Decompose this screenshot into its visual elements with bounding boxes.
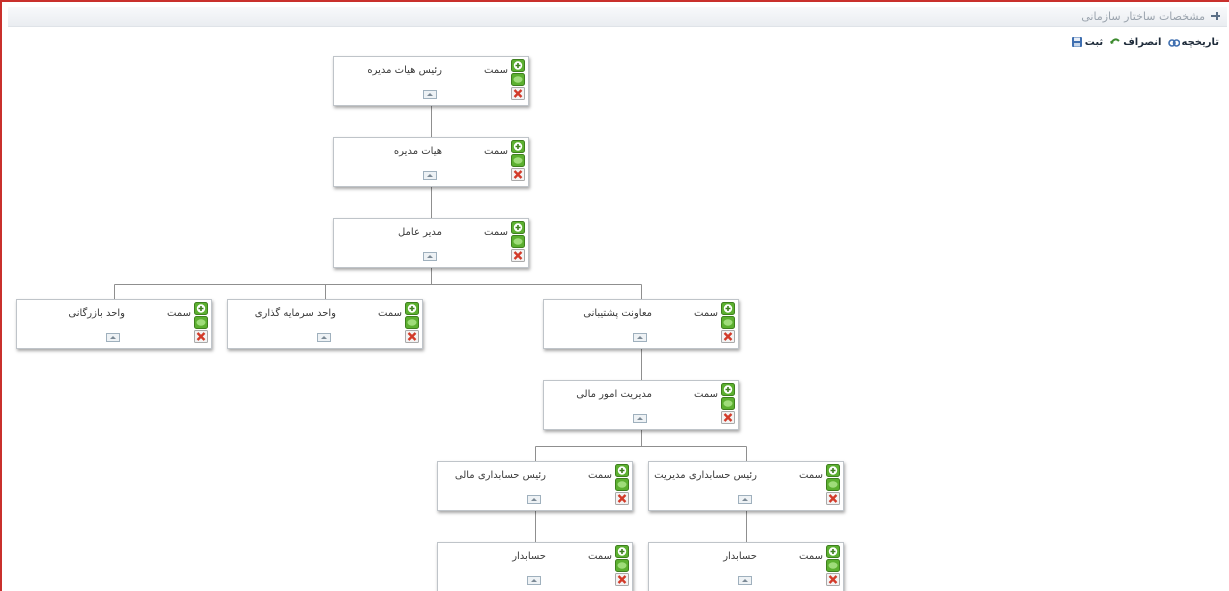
node-actions: [826, 464, 841, 505]
collapse-button[interactable]: [423, 252, 437, 261]
add-child-button[interactable]: [826, 545, 840, 558]
edit-node-button[interactable]: [826, 478, 840, 491]
edit-node-button[interactable]: [826, 559, 840, 572]
collapse-button[interactable]: [527, 576, 541, 585]
add-child-button[interactable]: [194, 302, 208, 315]
position-value: رئیس حسابداری مالی: [454, 470, 546, 481]
position-value: معاونت پشتیبانی: [583, 308, 652, 319]
add-child-button[interactable]: [511, 140, 525, 153]
edit-node-button[interactable]: [511, 154, 525, 167]
edit-node-button[interactable]: [194, 316, 208, 329]
delete-node-button[interactable]: [405, 330, 419, 343]
position-value: هیات مدیره: [393, 146, 442, 157]
edit-node-button[interactable]: [511, 235, 525, 248]
delete-node-button[interactable]: [615, 573, 629, 586]
position-field-label: سمت: [694, 389, 718, 400]
collapse-button[interactable]: [527, 495, 541, 504]
node-actions: [721, 302, 736, 343]
position-value: واحد سرمایه گذاری: [254, 308, 336, 319]
node-actions: [511, 59, 526, 100]
org-node-n2[interactable]: سمت هیات مدیره: [333, 137, 529, 187]
add-child-button[interactable]: [615, 464, 629, 477]
position-field-label: سمت: [799, 551, 823, 562]
position-field-label: سمت: [378, 308, 402, 319]
delete-node-button[interactable]: [511, 168, 525, 181]
add-child-button[interactable]: [721, 383, 735, 396]
org-node-n5[interactable]: سمت واحد سرمایه گذاری: [227, 299, 423, 349]
position-value: رئیس هیات مدیره: [367, 65, 442, 76]
delete-node-button[interactable]: [721, 411, 735, 424]
edit-node-button[interactable]: [721, 316, 735, 329]
node-actions: [405, 302, 420, 343]
collapse-button[interactable]: [738, 576, 752, 585]
position-value: مدیر عامل: [397, 227, 442, 238]
node-actions: [615, 545, 630, 586]
delete-node-button[interactable]: [721, 330, 735, 343]
collapse-button[interactable]: [423, 90, 437, 99]
position-field-label: سمت: [484, 65, 508, 76]
delete-node-button[interactable]: [826, 492, 840, 505]
position-field-label: سمت: [484, 146, 508, 157]
delete-node-button[interactable]: [826, 573, 840, 586]
position-field-label: سمت: [799, 470, 823, 481]
position-value: حسابدار: [512, 551, 546, 562]
position-value: حسابدار: [723, 551, 757, 562]
position-field-label: سمت: [167, 308, 191, 319]
position-value: رئیس حسابداری مدیریت: [654, 470, 757, 481]
collapse-button[interactable]: [317, 333, 331, 342]
edit-node-button[interactable]: [405, 316, 419, 329]
position-field-label: سمت: [694, 308, 718, 319]
org-node-n10[interactable]: سمت حسابدار: [437, 542, 633, 591]
collapse-button[interactable]: [738, 495, 752, 504]
org-node-n4[interactable]: سمت واحد بازرگانی: [16, 299, 212, 349]
org-chart: سمت رئیس هیات مدیره سمت هیات مدیره سمت م…: [0, 0, 1229, 591]
org-node-n9[interactable]: سمت رئیس حسابداری مدیریت: [648, 461, 844, 511]
add-child-button[interactable]: [826, 464, 840, 477]
node-actions: [511, 140, 526, 181]
delete-node-button[interactable]: [511, 249, 525, 262]
node-actions: [194, 302, 209, 343]
collapse-button[interactable]: [106, 333, 120, 342]
position-value: مدیریت امور مالی: [576, 389, 652, 400]
node-actions: [721, 383, 736, 424]
add-child-button[interactable]: [511, 221, 525, 234]
edit-node-button[interactable]: [615, 559, 629, 572]
position-field-label: سمت: [484, 227, 508, 238]
edit-node-button[interactable]: [511, 73, 525, 86]
delete-node-button[interactable]: [615, 492, 629, 505]
org-node-n11[interactable]: سمت حسابدار: [648, 542, 844, 591]
position-field-label: سمت: [588, 470, 612, 481]
collapse-button[interactable]: [423, 171, 437, 180]
collapse-button[interactable]: [633, 414, 647, 423]
add-child-button[interactable]: [511, 59, 525, 72]
delete-node-button[interactable]: [194, 330, 208, 343]
org-node-n1[interactable]: سمت رئیس هیات مدیره: [333, 56, 529, 106]
add-child-button[interactable]: [405, 302, 419, 315]
org-node-n7[interactable]: سمت مدیریت امور مالی: [543, 380, 739, 430]
node-actions: [826, 545, 841, 586]
edit-node-button[interactable]: [721, 397, 735, 410]
position-value: واحد بازرگانی: [68, 308, 125, 319]
delete-node-button[interactable]: [511, 87, 525, 100]
org-node-n3[interactable]: سمت مدیر عامل: [333, 218, 529, 268]
org-node-n6[interactable]: سمت معاونت پشتیبانی: [543, 299, 739, 349]
node-actions: [615, 464, 630, 505]
org-node-n8[interactable]: سمت رئیس حسابداری مالی: [437, 461, 633, 511]
position-field-label: سمت: [588, 551, 612, 562]
edit-node-button[interactable]: [615, 478, 629, 491]
collapse-button[interactable]: [633, 333, 647, 342]
node-actions: [511, 221, 526, 262]
add-child-button[interactable]: [721, 302, 735, 315]
add-child-button[interactable]: [615, 545, 629, 558]
